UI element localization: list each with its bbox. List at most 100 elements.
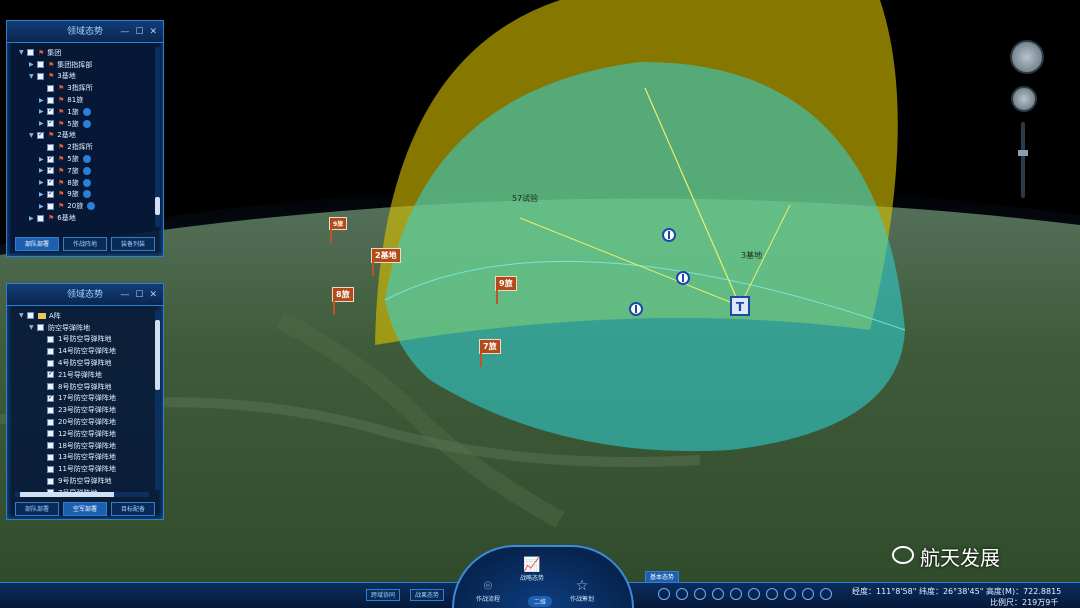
maximize-icon[interactable]: ☐	[135, 27, 143, 37]
tree-checkbox[interactable]	[37, 324, 44, 332]
zoom-out-icon[interactable]	[712, 588, 724, 600]
tree-item[interactable]: ▼ 防空导弹阵地	[13, 322, 151, 334]
tilt-control-icon[interactable]	[1011, 86, 1037, 112]
tree-item[interactable]: ▶ ⚑ 20旅	[13, 200, 151, 212]
tree-item[interactable]: 18号防空导弹阵地	[13, 440, 151, 452]
tree-checkbox[interactable]	[47, 359, 54, 367]
tree-item[interactable]: ▶ ⚑ 集团指挥部	[13, 59, 151, 71]
tree-item[interactable]: 11号防空导弹阵地	[13, 463, 151, 475]
tree-item[interactable]: ⚑ 2指挥所	[13, 141, 151, 153]
map-unit-label[interactable]: 9旅	[495, 276, 517, 304]
tree-item[interactable]: ▶ ⚑5旅	[13, 118, 151, 130]
unit-badge-icon[interactable]	[82, 178, 91, 187]
tree-checkbox[interactable]	[47, 177, 54, 187]
maximize-icon[interactable]: ☐	[135, 290, 143, 300]
2d-toggle-button[interactable]: 二维	[528, 596, 553, 607]
strategic-situation-button[interactable]: 📈 战略态势	[520, 557, 544, 582]
tree-checkbox[interactable]	[27, 49, 34, 57]
tree-checkbox[interactable]	[37, 214, 44, 222]
collapsed-arrow-icon[interactable]: ▶	[39, 120, 47, 127]
tree-item[interactable]: ▼ ⚑2基地	[13, 130, 151, 142]
collapsed-arrow-icon[interactable]: ▶	[39, 167, 47, 174]
tree-item[interactable]: 4号防空导弹阵地	[13, 357, 151, 369]
panel-tab[interactable]: 部队部署	[15, 502, 59, 516]
zoom-in-icon[interactable]	[694, 588, 706, 600]
tree-item[interactable]: 20号防空导弹阵地	[13, 416, 151, 428]
fullscreen-icon[interactable]	[766, 588, 778, 600]
tree-checkbox[interactable]	[47, 335, 54, 343]
collapsed-arrow-icon[interactable]: ▶	[29, 61, 37, 68]
map-unit-label[interactable]: 9旅	[329, 217, 348, 243]
collapsed-arrow-icon[interactable]: ▶	[39, 191, 47, 198]
close-icon[interactable]: ✕	[149, 290, 157, 300]
unit-badge-icon[interactable]	[87, 202, 96, 211]
tree-checkbox[interactable]	[47, 418, 54, 426]
info-icon[interactable]	[662, 228, 676, 242]
info-icon[interactable]	[676, 271, 690, 285]
tree-checkbox[interactable]	[47, 442, 54, 450]
tree-item[interactable]: ▼ ⚑ 集团	[13, 47, 151, 59]
tree-item[interactable]: 21号导弹阵地	[13, 369, 151, 381]
tree-item[interactable]: 17号防空导弹阵地	[13, 393, 151, 405]
tree-item[interactable]: 23号防空导弹阵地	[13, 404, 151, 416]
home-icon[interactable]	[820, 588, 832, 600]
tree-item[interactable]: ▶ ⚑1旅	[13, 106, 151, 118]
expanded-arrow-icon[interactable]: ▼	[29, 324, 37, 331]
scrollbar[interactable]	[155, 310, 160, 490]
collapsed-arrow-icon[interactable]: ▶	[39, 203, 47, 210]
tree-checkbox[interactable]	[27, 312, 34, 320]
tree-checkbox[interactable]	[47, 84, 54, 92]
combat-planning-button[interactable]: ☆ 作战筹划	[570, 578, 594, 603]
tree-checkbox[interactable]	[47, 393, 54, 402]
tree-item[interactable]: 9号防空导弹阵地	[13, 475, 151, 487]
tree-checkbox[interactable]	[47, 118, 54, 128]
tree-item[interactable]: ▶ ⚑ 6基地	[13, 212, 151, 224]
tree-checkbox[interactable]	[47, 347, 54, 355]
panel-tab[interactable]: 空军部署	[63, 502, 107, 516]
tree-item[interactable]: ▼ A阵	[13, 310, 151, 322]
horizontal-scrollbar-thumb[interactable]	[20, 492, 114, 497]
cross-domain-button[interactable]: 跨域协同	[366, 589, 401, 601]
map-unit-label[interactable]: 2基地	[371, 248, 401, 276]
tree-checkbox[interactable]	[47, 383, 54, 391]
zoom-slider-thumb[interactable]	[1018, 150, 1028, 156]
locate-icon[interactable]	[730, 588, 742, 600]
unit-badge-icon[interactable]	[82, 107, 91, 116]
tree-item[interactable]: 14号防空导弹阵地	[13, 345, 151, 357]
tree-item[interactable]: ▶ ⚑7旅	[13, 165, 151, 177]
tree-item[interactable]: ▶ ⚑9旅	[13, 189, 151, 201]
layer-tool-icon[interactable]	[658, 588, 670, 600]
target-t-icon[interactable]: T	[730, 296, 750, 316]
unit-badge-icon[interactable]	[82, 119, 91, 128]
tree-item[interactable]: ▶ ⚑8旅	[13, 177, 151, 189]
collapsed-arrow-icon[interactable]: ▶	[39, 108, 47, 115]
collapsed-arrow-icon[interactable]: ▶	[39, 179, 47, 186]
combat-flow-button[interactable]: ⌾ 作战流程	[476, 578, 500, 603]
tree-item[interactable]: ▶ ⚑ 81旅	[13, 94, 151, 106]
tree-checkbox[interactable]	[47, 189, 54, 198]
tree-checkbox[interactable]	[47, 165, 54, 175]
settings-icon[interactable]	[784, 588, 796, 600]
map-unit-label[interactable]: 7旅	[479, 339, 501, 367]
minimize-icon[interactable]: —	[120, 27, 129, 37]
unit-badge-icon[interactable]	[82, 190, 91, 199]
tree-item[interactable]: ⚑ 3指挥所	[13, 82, 151, 94]
panel-tab[interactable]: 目标配备	[111, 502, 155, 516]
tree-checkbox[interactable]	[37, 130, 44, 139]
expanded-arrow-icon[interactable]: ▼	[29, 73, 37, 80]
compass-icon[interactable]	[1010, 40, 1044, 74]
collapsed-arrow-icon[interactable]: ▶	[39, 97, 47, 104]
basic-situation-button[interactable]: 基本态势	[645, 571, 680, 583]
expanded-arrow-icon[interactable]: ▼	[19, 49, 27, 56]
scrollbar-thumb[interactable]	[155, 197, 160, 215]
expanded-arrow-icon[interactable]: ▼	[19, 312, 27, 319]
tree-checkbox[interactable]	[47, 96, 54, 104]
rotate-icon[interactable]	[748, 588, 760, 600]
tree-checkbox[interactable]	[47, 369, 54, 379]
tree-checkbox[interactable]	[47, 453, 54, 461]
unit-badge-icon[interactable]	[82, 166, 91, 175]
close-icon[interactable]: ✕	[149, 27, 157, 37]
tree-checkbox[interactable]	[47, 154, 54, 163]
panel-tab[interactable]: 部队部署	[15, 237, 59, 251]
tree-checkbox[interactable]	[47, 106, 54, 116]
